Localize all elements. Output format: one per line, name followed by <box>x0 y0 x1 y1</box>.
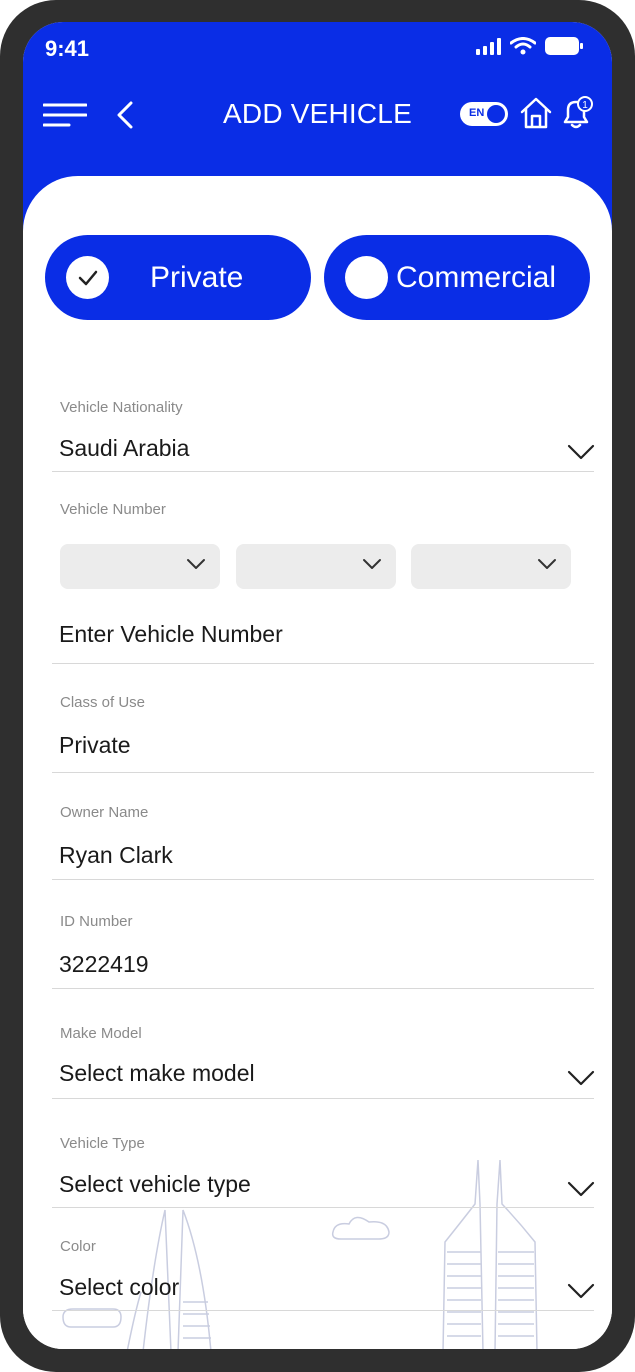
toggle-knob <box>487 105 505 123</box>
vehicle-number-label: Vehicle Number <box>60 501 166 518</box>
status-time: 9:41 <box>45 36 90 61</box>
vehicle-nationality-select[interactable]: Saudi Arabia <box>59 435 189 462</box>
owner-name-label: Owner Name <box>60 804 149 821</box>
color-label: Color <box>60 1238 96 1255</box>
vehicle-type-label: Vehicle Type <box>60 1135 145 1152</box>
divider <box>52 879 594 880</box>
private-option-label: Private <box>150 260 244 294</box>
divider <box>52 663 594 664</box>
divider <box>52 1310 594 1311</box>
notification-bell-icon[interactable]: 1 <box>559 96 593 130</box>
private-radio <box>66 256 109 299</box>
divider <box>52 988 594 989</box>
svg-text:1: 1 <box>582 100 588 111</box>
id-number-label: ID Number <box>60 913 133 930</box>
vehicle-type-select[interactable]: Select vehicle type <box>59 1171 251 1198</box>
chevron-down-icon[interactable] <box>567 1069 595 1087</box>
owner-name-input[interactable]: Ryan Clark <box>59 842 173 869</box>
color-select[interactable]: Select color <box>59 1274 179 1301</box>
divider <box>52 1207 594 1208</box>
class-of-use-value[interactable]: Private <box>59 732 131 759</box>
vehicle-nationality-label: Vehicle Nationality <box>60 399 183 416</box>
chevron-down-icon <box>187 559 205 569</box>
plate-letter-select-1[interactable] <box>60 544 220 589</box>
commercial-option-label: Commercial <box>396 260 557 294</box>
commercial-option[interactable]: Commercial <box>324 235 590 320</box>
divider <box>52 1098 594 1099</box>
cellular-signal-icon <box>476 38 501 55</box>
checkmark-icon <box>78 270 97 285</box>
battery-icon <box>545 37 583 55</box>
device-frame: 9:41 ADD VEHICLE EN 1 Private Commercial… <box>0 0 635 1372</box>
home-icon[interactable] <box>519 96 553 130</box>
app-screen: 9:41 ADD VEHICLE EN 1 Private Commercial… <box>23 22 612 1349</box>
commercial-radio <box>345 256 388 299</box>
plate-letter-select-3[interactable] <box>411 544 571 589</box>
language-toggle-label: EN <box>469 107 485 119</box>
divider <box>52 772 594 773</box>
status-icons <box>476 36 584 56</box>
chevron-down-icon[interactable] <box>567 443 595 461</box>
id-number-input[interactable]: 3222419 <box>59 951 149 978</box>
make-model-select[interactable]: Select make model <box>59 1060 255 1087</box>
chevron-down-icon <box>538 559 556 569</box>
private-option[interactable]: Private <box>45 235 311 320</box>
make-model-label: Make Model <box>60 1025 142 1042</box>
vehicle-number-input[interactable]: Enter Vehicle Number <box>59 621 283 648</box>
wifi-icon <box>510 37 536 55</box>
chevron-down-icon[interactable] <box>567 1282 595 1300</box>
language-toggle[interactable]: EN <box>460 102 508 126</box>
divider <box>52 471 594 472</box>
chevron-down-icon <box>363 559 381 569</box>
plate-letter-select-2[interactable] <box>236 544 396 589</box>
class-of-use-label: Class of Use <box>60 694 146 711</box>
chevron-down-icon[interactable] <box>567 1180 595 1198</box>
